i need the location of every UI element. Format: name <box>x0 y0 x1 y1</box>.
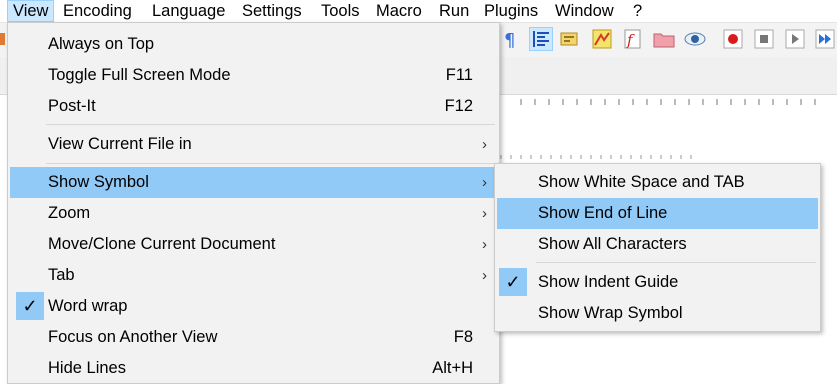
menu-macro[interactable]: Macro <box>371 0 427 22</box>
menu-item-focus-another-view[interactable]: Focus on Another View F8 <box>10 322 497 353</box>
check-icon: ✓ <box>16 292 44 320</box>
menu-item-shortcut: F12 <box>444 97 473 115</box>
menu-item-word-wrap[interactable]: ✓ Word wrap <box>10 291 497 322</box>
menu-run[interactable]: Run <box>434 0 474 22</box>
wrap-icon[interactable] <box>558 27 582 51</box>
obscured-text <box>520 99 820 105</box>
play-multiple-icon[interactable] <box>813 27 837 51</box>
obscured-text <box>500 155 700 159</box>
menu-settings[interactable]: Settings <box>237 0 307 22</box>
menu-item-label: Move/Clone Current Document <box>48 235 276 253</box>
view-menu: Always on Top Toggle Full Screen Mode F1… <box>7 22 500 384</box>
menu-item-label: View Current File in <box>48 135 192 153</box>
menu-tools[interactable]: Tools <box>316 0 365 22</box>
menu-item-label: Show Indent Guide <box>538 273 679 291</box>
menu-plugins[interactable]: Plugins <box>479 0 543 22</box>
check-icon: ✓ <box>499 268 527 296</box>
menu-item-toggle-full-screen[interactable]: Toggle Full Screen Mode F11 <box>10 60 497 91</box>
menu-item-shortcut: F11 <box>445 66 473 84</box>
menu-window[interactable]: Window <box>550 0 619 22</box>
indent-guide-icon[interactable] <box>529 27 553 51</box>
paragraph-icon[interactable]: ¶ <box>498 27 522 51</box>
menu-separator <box>46 163 495 164</box>
menu-item-show-indent-guide[interactable]: ✓ Show Indent Guide <box>497 267 818 298</box>
menu-bar: View Encoding Language Settings Tools Ma… <box>0 0 837 23</box>
menu-item-label: Show End of Line <box>538 204 668 222</box>
menu-item-view-current-file-in[interactable]: View Current File in › <box>10 129 497 160</box>
menu-item-show-all-characters[interactable]: Show All Characters <box>497 229 818 260</box>
menu-help[interactable]: ? <box>628 0 647 22</box>
menu-item-label: Focus on Another View <box>48 328 218 346</box>
chevron-right-icon: › <box>482 267 487 284</box>
document-map-icon[interactable] <box>590 27 614 51</box>
toolbar-edge-icon <box>0 27 6 51</box>
chevron-right-icon: › <box>482 174 487 191</box>
menu-item-always-on-top[interactable]: Always on Top <box>10 29 497 60</box>
menu-item-tab[interactable]: Tab › <box>10 260 497 291</box>
menu-item-shortcut: F8 <box>453 328 473 346</box>
menu-item-label: Post-It <box>48 97 96 115</box>
menu-item-label: Hide Lines <box>48 359 126 377</box>
menu-item-shortcut: Alt+H <box>432 359 473 377</box>
menu-item-label: Tab <box>48 266 75 284</box>
menu-separator <box>46 124 495 125</box>
menu-item-label: Show Wrap Symbol <box>538 304 683 322</box>
menu-item-show-symbol[interactable]: Show Symbol › <box>10 167 497 198</box>
show-symbol-submenu: Show White Space and TAB Show End of Lin… <box>494 163 821 332</box>
menu-item-label: Show Symbol <box>48 173 149 191</box>
menu-item-show-wrap-symbol[interactable]: Show Wrap Symbol <box>497 298 818 329</box>
menu-item-post-it[interactable]: Post-It F12 <box>10 91 497 122</box>
menu-item-zoom[interactable]: Zoom › <box>10 198 497 229</box>
svg-text:¶: ¶ <box>504 30 515 51</box>
chevron-right-icon: › <box>482 136 487 153</box>
menu-item-label: Show All Characters <box>538 235 687 253</box>
menu-view[interactable]: View <box>7 0 55 22</box>
chevron-right-icon: › <box>482 205 487 222</box>
menu-item-show-end-of-line[interactable]: Show End of Line <box>497 198 818 229</box>
folder-icon[interactable] <box>652 27 676 51</box>
menu-item-move-clone[interactable]: Move/Clone Current Document › <box>10 229 497 260</box>
menu-item-hide-lines[interactable]: Hide Lines Alt+H <box>10 353 497 384</box>
menu-language[interactable]: Language <box>147 0 230 22</box>
menu-item-label: Word wrap <box>48 297 128 315</box>
play-icon[interactable] <box>783 27 807 51</box>
menu-encoding[interactable]: Encoding <box>58 0 137 22</box>
menu-item-label: Toggle Full Screen Mode <box>48 66 231 84</box>
function-list-icon[interactable]: f <box>621 27 645 51</box>
monitor-icon[interactable] <box>683 27 707 51</box>
record-icon[interactable] <box>721 27 745 51</box>
menu-separator <box>536 262 816 263</box>
menu-item-show-white-space[interactable]: Show White Space and TAB <box>497 167 818 198</box>
menu-item-label: Zoom <box>48 204 91 222</box>
menu-item-label: Show White Space and TAB <box>538 173 745 191</box>
stop-icon[interactable] <box>752 27 776 51</box>
chevron-right-icon: › <box>482 236 487 253</box>
menu-item-label: Always on Top <box>48 35 155 53</box>
